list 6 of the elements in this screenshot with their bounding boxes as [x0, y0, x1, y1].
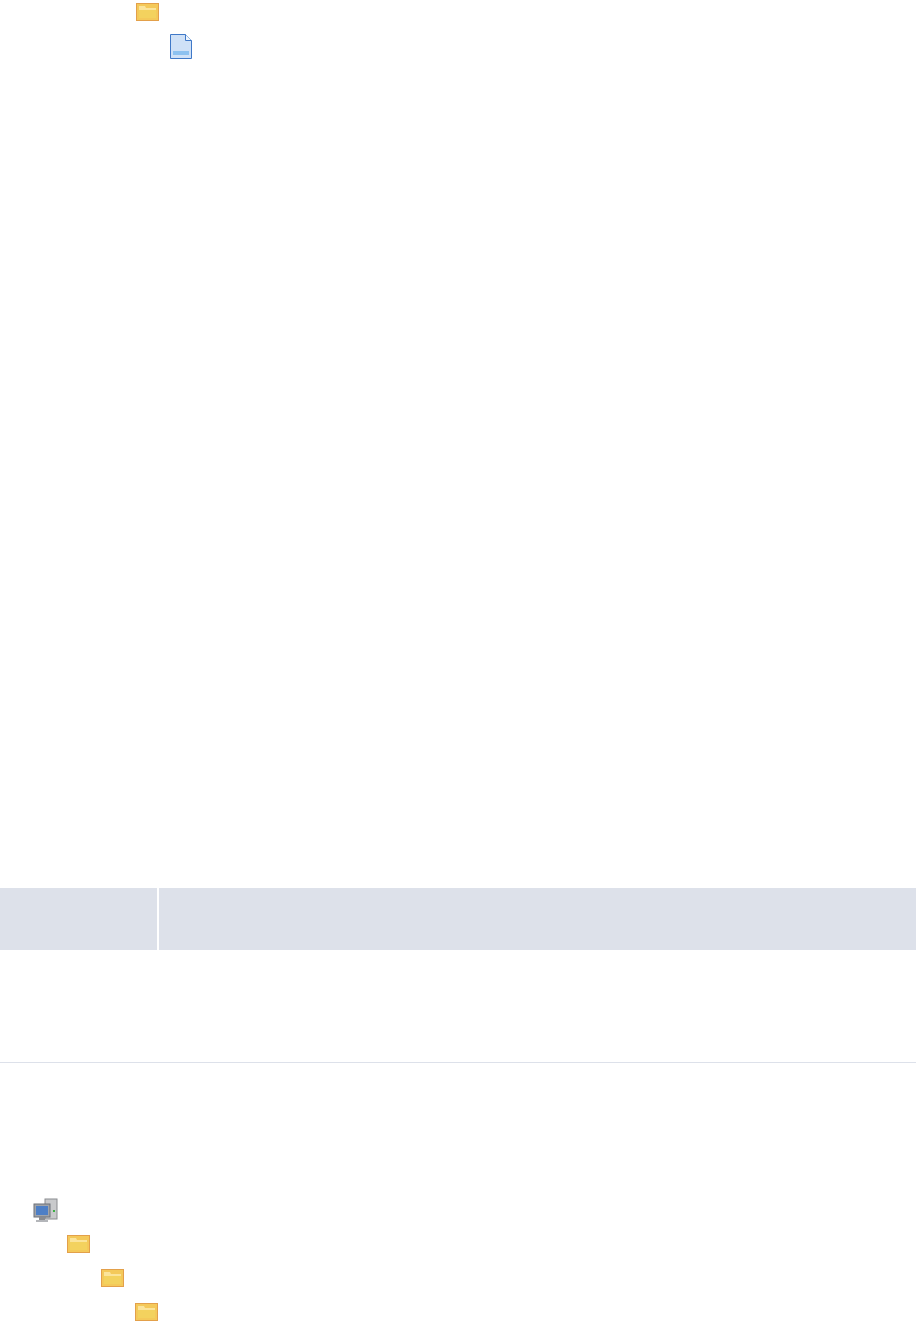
file-icon	[170, 33, 192, 59]
folder-icon	[135, 1303, 158, 1321]
folder-icon	[101, 1269, 124, 1287]
folder-icon	[67, 1235, 90, 1253]
computer-icon	[33, 1197, 58, 1223]
folder-icon	[136, 3, 159, 21]
